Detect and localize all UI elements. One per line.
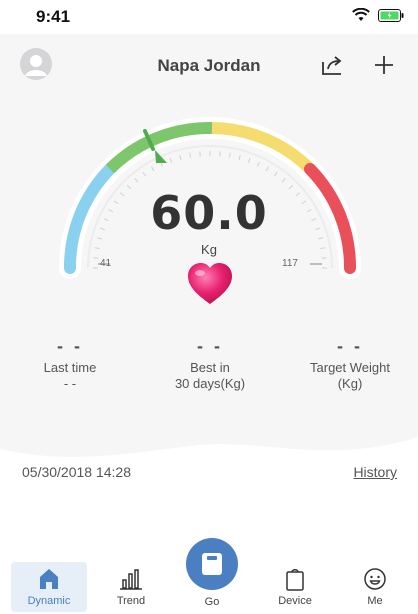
user-name[interactable]: Napa Jordan [0,56,418,76]
status-bar: 9:41 [0,0,418,34]
gauge-tick [189,152,192,158]
heart-icon[interactable] [186,262,234,306]
go-label[interactable]: Go [186,596,238,608]
stat-label: Last time [43,360,97,375]
stat-target-weight: - - Target Weight (Kg) [280,336,418,392]
stat-value: - - [197,336,223,356]
go-button[interactable] [186,538,238,590]
stat-sub: - - [63,376,77,391]
gauge-tick [228,152,231,158]
gauge-max-label: 117 [282,258,298,269]
tab-me[interactable]: Me [337,562,413,612]
panel-wave-edge [0,429,418,457]
tab-dynamic[interactable]: Dynamic [11,562,87,612]
status-time: 9:41 [36,7,71,26]
stat-label: Target Weight [310,360,390,375]
stat-value: - - [337,336,363,356]
share-button[interactable] [320,53,344,77]
tab-label: Dynamic [27,595,71,607]
weight-unit: Kg [201,242,217,257]
scale-icon [202,553,222,575]
gauge-tick [142,171,147,177]
gauge-tick [281,178,286,183]
gauge-tick [134,178,139,183]
tab-trend[interactable]: Trend [93,562,169,612]
add-button[interactable] [372,53,396,77]
stat-last-time: - - Last time - - [0,336,140,392]
smiley-icon [364,568,386,590]
gauge-tick [247,157,251,163]
stat-best-30-days: - - Best in 30 days(Kg) [140,336,280,392]
gauge-tick [265,166,269,172]
status-icons [352,8,404,22]
bar-chart-icon [120,569,142,590]
bag-icon [286,569,304,591]
stat-sub: (Kg) [337,376,363,391]
stat-label: Best in [190,360,230,375]
gauge-tick [179,154,182,160]
history-link[interactable]: History [353,464,397,480]
gauge-tick [169,157,173,163]
tab-device[interactable]: Device [257,562,333,612]
stats-row: - - Last time - - - - Best in 30 days(Kg… [0,336,418,406]
weight-value: 60.0 [150,186,268,240]
tab-label: Device [278,595,312,607]
wifi-icon [352,8,370,21]
plus-icon [375,56,393,74]
stat-sub: 30 days(Kg) [174,376,246,391]
record-datetime: 05/30/2018 14:28 [22,464,131,480]
home-icon [40,569,58,589]
tab-label: Me [367,595,383,607]
gauge-min-label: 41 [100,258,112,269]
gauge-tick [238,154,241,160]
gauge-tick [273,171,278,177]
share-icon [322,56,342,75]
tab-label: Trend [116,595,146,607]
stat-value: - - [57,336,83,356]
battery-icon [378,8,404,22]
gauge-tick [256,161,260,167]
gauge-tick [151,166,155,172]
